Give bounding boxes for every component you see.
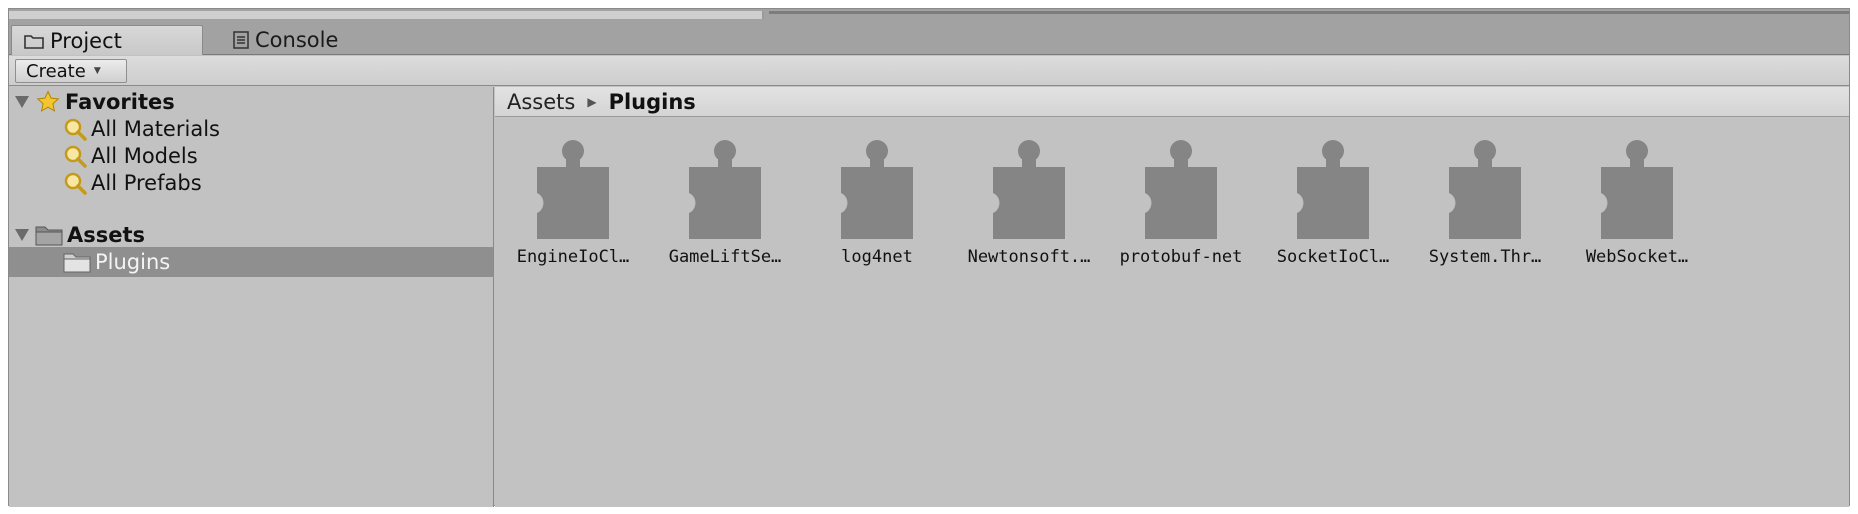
puzzle-icon [1145,140,1217,239]
breadcrumb: Assets ▶ Plugins [495,87,1849,117]
create-button[interactable]: Create ▼ [15,59,127,83]
folder-icon [35,226,63,246]
breadcrumb-root[interactable]: Assets [507,90,575,114]
asset-label: SocketIoCl… [1276,247,1390,267]
puzzle-icon [1297,140,1369,239]
tab-label: Project [50,28,122,53]
puzzle-icon [841,140,913,239]
search-icon [64,118,87,141]
folder-icon [63,253,91,273]
top-strip [9,9,1849,23]
tree-section-assets[interactable]: Assets [15,220,145,250]
asset-label: WebSocket… [1585,247,1689,267]
asset-label: System.Thr… [1428,247,1542,267]
breadcrumb-separator-icon: ▶ [587,94,597,109]
tab-project[interactable]: Project [11,25,203,55]
favorite-label: All Prefabs [91,171,202,195]
tree-section-favorites[interactable]: Favorites [15,87,175,117]
scene-tab-strip [9,11,764,19]
toolbar: Create ▼ [9,56,1849,86]
favorites-label: Favorites [65,90,175,114]
asset-item[interactable]: WebSocket… [1562,139,1712,267]
puzzle-icon [1601,140,1673,239]
asset-label: protobuf-net [1119,247,1243,267]
asset-item[interactable]: EngineIoCl… [498,139,648,267]
tab-label: Console [255,28,339,52]
folder-label: Plugins [95,250,171,274]
star-icon [36,90,60,112]
search-icon [64,145,87,168]
create-label: Create [26,60,86,82]
expand-triangle-icon[interactable] [15,96,29,108]
favorite-all-models[interactable]: All Models [63,141,198,171]
asset-label: GameLiftSe… [668,247,782,267]
puzzle-icon [993,140,1065,239]
puzzle-icon [1449,140,1521,239]
folder-tree: Favorites All Materials All Models All P… [9,87,494,507]
favorite-all-materials[interactable]: All Materials [63,114,220,144]
folder-plugins[interactable]: Plugins [9,247,493,277]
expand-triangle-icon[interactable] [15,229,29,241]
puzzle-icon [689,140,761,239]
favorite-all-prefabs[interactable]: All Prefabs [63,168,202,198]
favorite-label: All Materials [91,117,220,141]
asset-label: Newtonsoft.… [967,247,1091,267]
vertical-scrollbar[interactable] [1839,117,1849,507]
asset-item[interactable]: protobuf-net [1106,139,1256,267]
chevron-down-icon: ▼ [93,66,101,76]
asset-item[interactable]: SocketIoCl… [1258,139,1408,267]
asset-item[interactable]: GameLiftSe… [650,139,800,267]
assets-label: Assets [67,223,146,247]
breadcrumb-current[interactable]: Plugins [609,90,696,114]
tab-console[interactable]: Console [221,25,381,55]
asset-label: EngineIoCl… [516,247,630,267]
puzzle-icon [537,140,609,239]
tab-bar: Project Console [9,23,1849,55]
favorite-label: All Models [91,144,198,168]
asset-label: log4net [841,247,913,267]
search-icon [64,172,87,195]
folder-icon [24,34,44,49]
asset-item[interactable]: Newtonsoft.… [954,139,1104,267]
console-icon [233,31,249,49]
asset-browser: Assets ▶ Plugins EngineIoCl… GameLiftSe… [495,87,1849,507]
asset-item[interactable]: System.Thr… [1410,139,1560,267]
asset-item[interactable]: log4net [802,139,952,267]
divider [769,11,1849,14]
project-window: Project Console Create ▼ Favorites All M… [8,8,1850,507]
